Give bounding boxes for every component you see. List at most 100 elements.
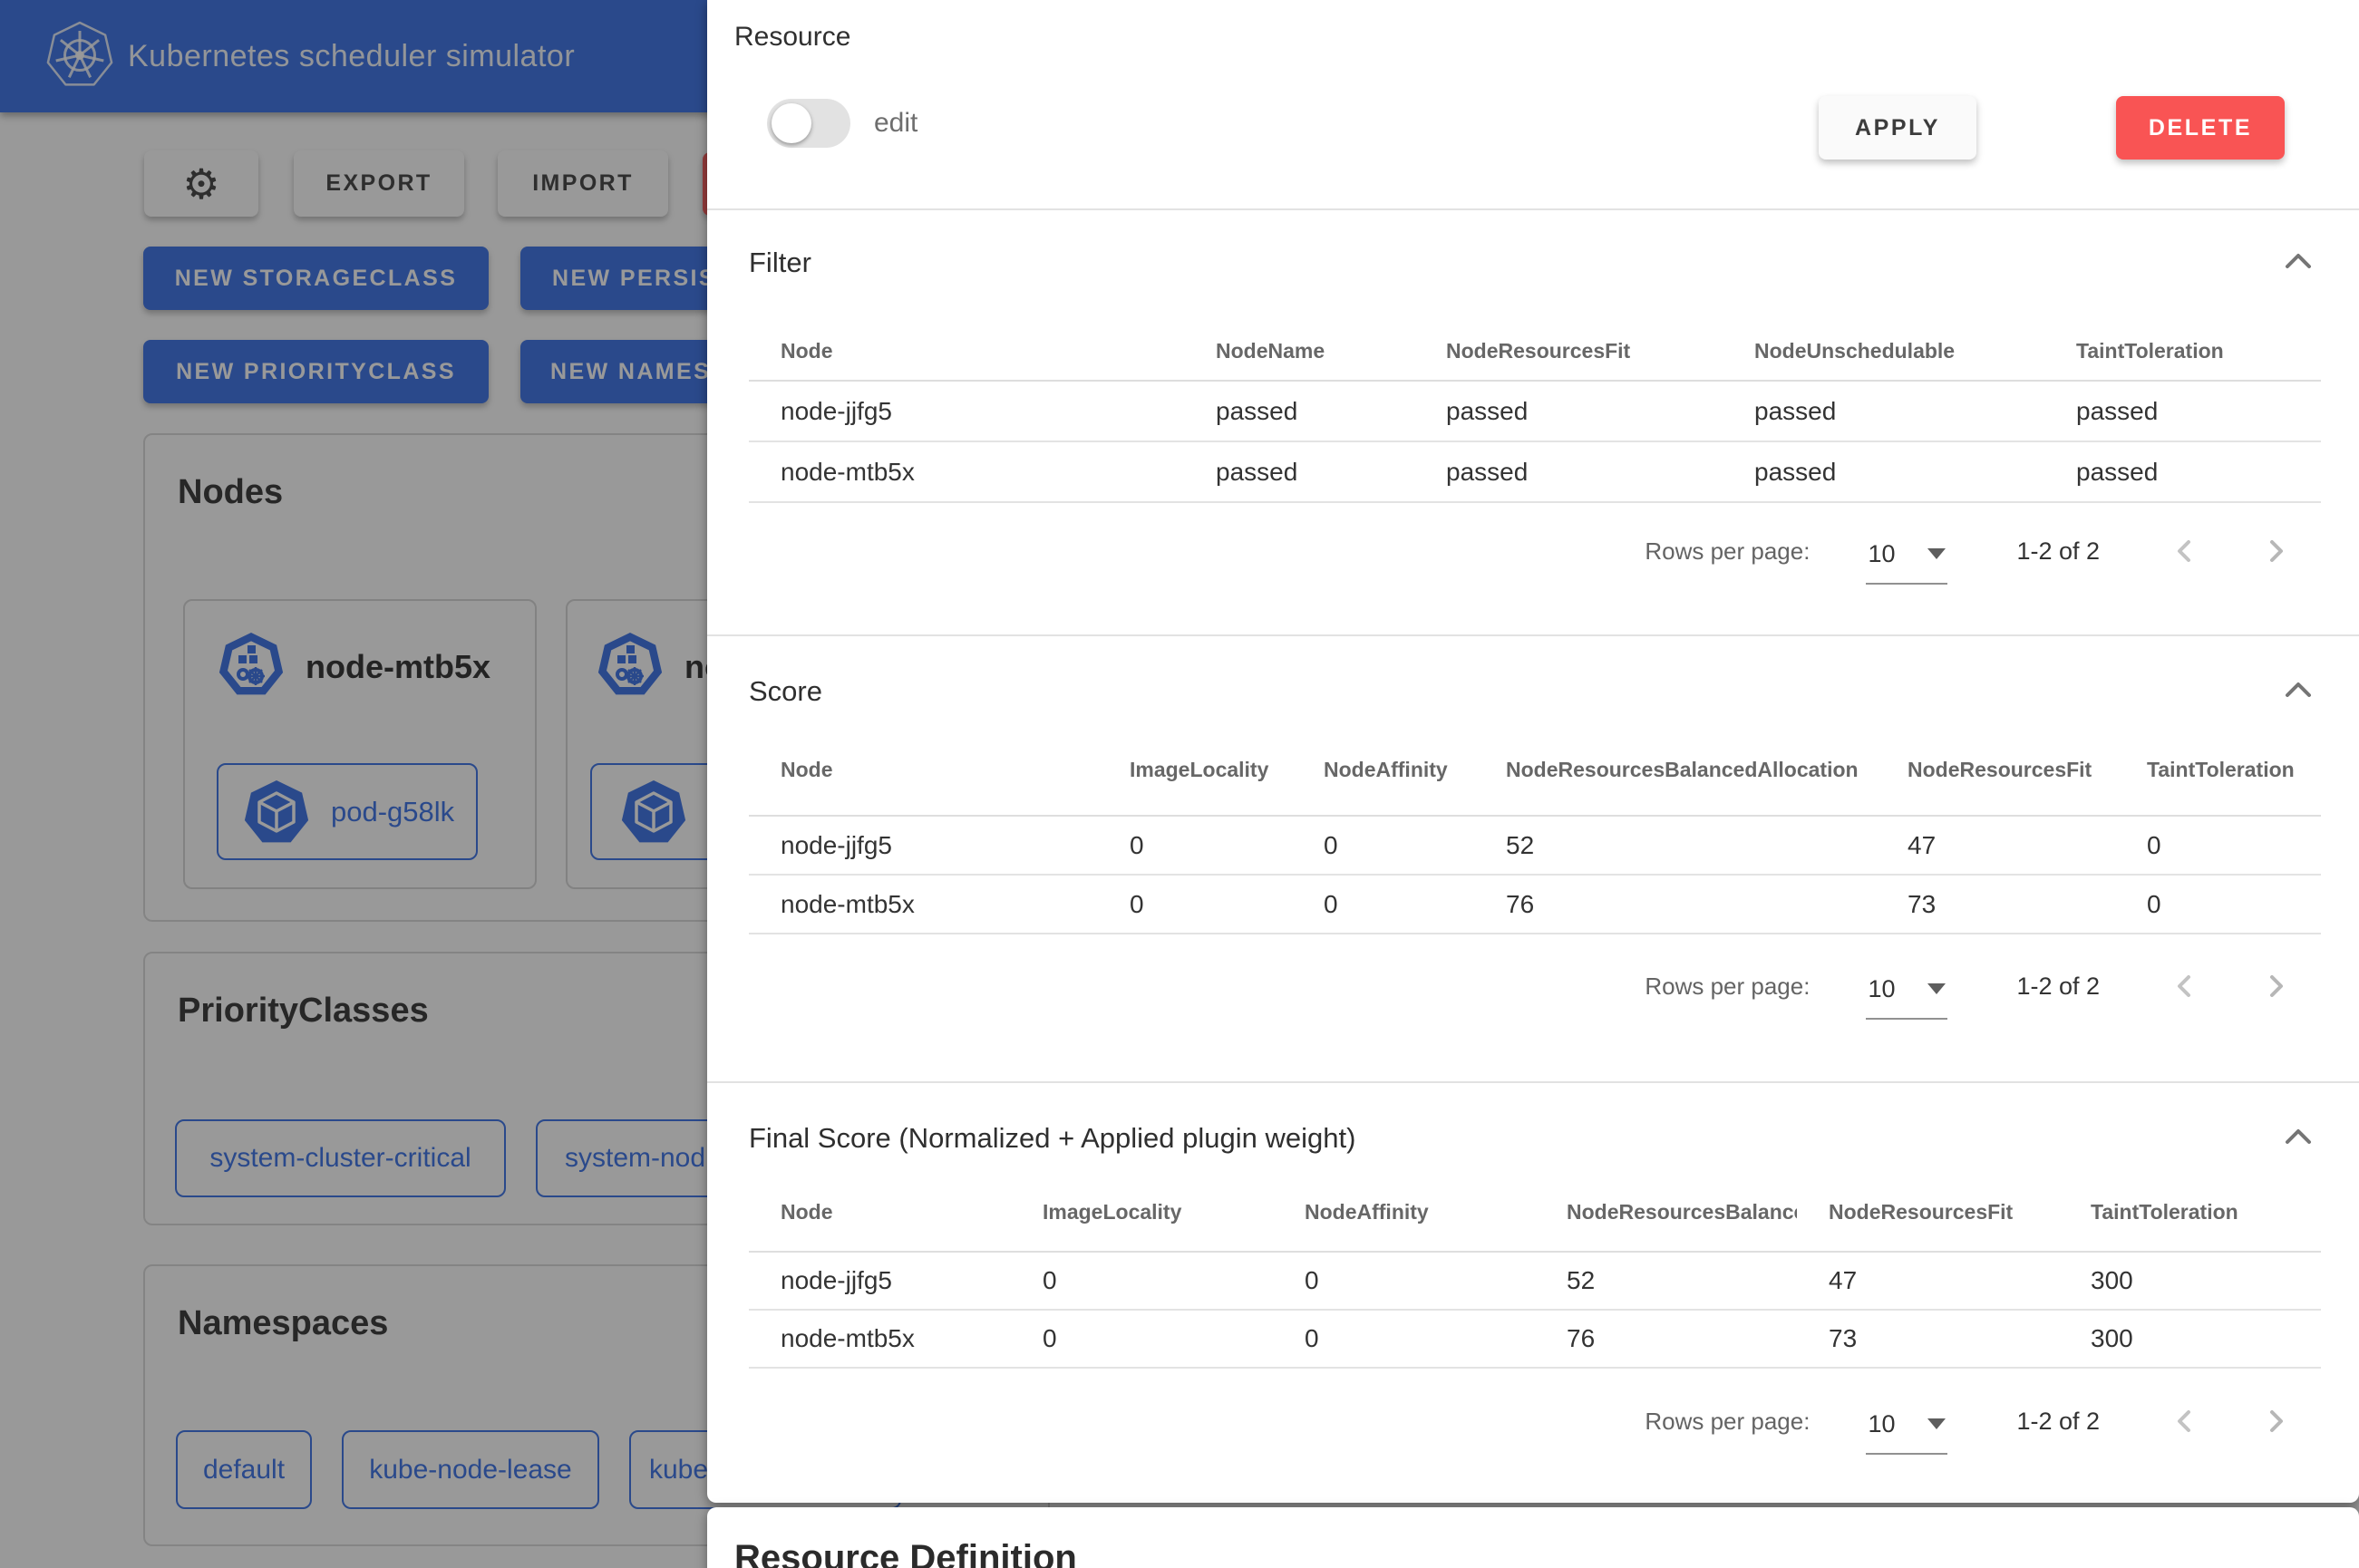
- filter-table: NodeNodeNameNodeResourcesFitNodeUnschedu…: [749, 322, 2321, 503]
- table-row[interactable]: node-jjfg50052470: [749, 816, 2321, 875]
- column-header: NodeResourcesFit: [1414, 322, 1723, 381]
- previous-page-button[interactable]: [2165, 531, 2205, 571]
- table-cell: 300: [2059, 1310, 2321, 1368]
- table-cell: 76: [1535, 1310, 1797, 1368]
- table-cell: 73: [1876, 875, 2115, 934]
- table-cell: 47: [1797, 1252, 2059, 1310]
- kube-scheduler-simulator-app: Kubernetes scheduler simulator ⚙ EXPORT …: [0, 0, 2359, 1568]
- column-header: NodeResourcesFit: [1797, 1174, 2059, 1252]
- rows-per-page-value: 10: [1868, 975, 1895, 1003]
- rows-per-page-label: Rows per page:: [1645, 537, 1810, 566]
- table-cell: 0: [1011, 1252, 1273, 1310]
- table-cell: node-mtb5x: [749, 875, 1098, 934]
- column-header: TaintToleration: [2115, 725, 2321, 816]
- final-score-pagination: Rows per page: 10 1-2 of 2: [1645, 1394, 2296, 1448]
- edit-toggle-label: edit: [874, 99, 917, 148]
- table-cell: passed: [1723, 441, 2044, 502]
- table-cell: passed: [1723, 381, 2044, 441]
- column-header: Node: [749, 1174, 1011, 1252]
- divider: [707, 634, 2359, 636]
- table-cell: passed: [1414, 381, 1723, 441]
- rows-per-page-value: 10: [1868, 1410, 1895, 1438]
- table-cell: 0: [1292, 875, 1474, 934]
- table-cell: 0: [1273, 1310, 1535, 1368]
- chevron-up-icon: [2283, 1128, 2314, 1146]
- table-cell: node-jjfg5: [749, 816, 1098, 875]
- apply-button[interactable]: APPLY: [1819, 96, 1976, 160]
- collapse-score-button[interactable]: [2280, 672, 2316, 708]
- page-range: 1-2 of 2: [2016, 537, 2100, 566]
- table-cell: passed: [1184, 441, 1414, 502]
- previous-page-button[interactable]: [2165, 1401, 2205, 1441]
- table-cell: 0: [1273, 1252, 1535, 1310]
- column-header: NodeName: [1184, 322, 1414, 381]
- table-cell: node-mtb5x: [749, 441, 1184, 502]
- divider: [707, 1081, 2359, 1083]
- table-cell: 73: [1797, 1310, 2059, 1368]
- previous-page-button[interactable]: [2165, 966, 2205, 1006]
- toggle-thumb: [772, 103, 811, 143]
- caret-down-icon: [1927, 1418, 1946, 1429]
- rows-per-page-select[interactable]: 10: [1866, 972, 1947, 1020]
- next-page-button[interactable]: [2256, 531, 2296, 571]
- table-cell: 0: [1098, 816, 1292, 875]
- table-row[interactable]: node-jjfg5005247300: [749, 1252, 2321, 1310]
- table-cell: 0: [1011, 1310, 1273, 1368]
- column-header: NodeResourcesBalancedAllocation: [1474, 725, 1876, 816]
- next-page-button[interactable]: [2256, 1401, 2296, 1441]
- column-header: NodeResourcesFit: [1876, 725, 2115, 816]
- table-row[interactable]: node-mtb5x007673300: [749, 1310, 2321, 1368]
- table-cell: 0: [2115, 875, 2321, 934]
- table-cell: 0: [1292, 816, 1474, 875]
- chevron-right-icon: [2264, 1409, 2287, 1433]
- score-pagination: Rows per page: 10 1-2 of 2: [1645, 959, 2296, 1013]
- caret-down-icon: [1927, 983, 1946, 994]
- column-header: NodeResourcesBalancedAllocation: [1535, 1174, 1797, 1252]
- table-header-row: NodeImageLocalityNodeAffinityNodeResourc…: [749, 725, 2321, 816]
- table-header-row: NodeImageLocalityNodeAffinityNodeResourc…: [749, 1174, 2321, 1252]
- column-header: Node: [749, 322, 1184, 381]
- rows-per-page-select[interactable]: 10: [1866, 1407, 1947, 1455]
- filter-pagination: Rows per page: 10 1-2 of 2: [1645, 524, 2296, 578]
- table-cell: node-jjfg5: [749, 381, 1184, 441]
- table-row[interactable]: node-mtb5x0076730: [749, 875, 2321, 934]
- column-header: TaintToleration: [2059, 1174, 2321, 1252]
- chevron-left-icon: [2173, 539, 2197, 563]
- table-cell: 0: [2115, 816, 2321, 875]
- divider: [707, 208, 2359, 210]
- column-header: TaintToleration: [2044, 322, 2321, 381]
- caret-down-icon: [1927, 548, 1946, 559]
- table-row[interactable]: node-mtb5xpassedpassedpassedpassed: [749, 441, 2321, 502]
- table-cell: 0: [1098, 875, 1292, 934]
- rows-per-page-label: Rows per page:: [1645, 1408, 1810, 1436]
- column-header: NodeUnschedulable: [1723, 322, 2044, 381]
- column-header: Node: [749, 725, 1098, 816]
- table-cell: passed: [1414, 441, 1723, 502]
- table-cell: passed: [1184, 381, 1414, 441]
- table-row[interactable]: node-jjfg5passedpassedpassedpassed: [749, 381, 2321, 441]
- table-header-row: NodeNodeNameNodeResourcesFitNodeUnschedu…: [749, 322, 2321, 381]
- delete-button[interactable]: DELETE: [2116, 96, 2285, 160]
- chevron-left-icon: [2173, 1409, 2197, 1433]
- chevron-up-icon: [2283, 681, 2314, 699]
- chevron-right-icon: [2264, 974, 2287, 998]
- collapse-final-score-button[interactable]: [2280, 1118, 2316, 1155]
- filter-section-title: Filter: [749, 247, 811, 279]
- edit-toggle[interactable]: [767, 99, 850, 148]
- column-header: ImageLocality: [1011, 1174, 1273, 1252]
- next-page-button[interactable]: [2256, 966, 2296, 1006]
- table-cell: 47: [1876, 816, 2115, 875]
- table-cell: passed: [2044, 441, 2321, 502]
- table-cell: node-mtb5x: [749, 1310, 1011, 1368]
- page-range: 1-2 of 2: [2016, 973, 2100, 1001]
- page-range: 1-2 of 2: [2016, 1408, 2100, 1436]
- table-cell: 76: [1474, 875, 1876, 934]
- score-table: NodeImageLocalityNodeAffinityNodeResourc…: [749, 725, 2321, 934]
- chevron-left-icon: [2173, 974, 2197, 998]
- chevron-right-icon: [2264, 539, 2287, 563]
- chevron-up-icon: [2283, 252, 2314, 270]
- rows-per-page-select[interactable]: 10: [1866, 537, 1947, 585]
- collapse-filter-button[interactable]: [2280, 243, 2316, 279]
- final-score-section-title: Final Score (Normalized + Applied plugin…: [749, 1122, 1355, 1155]
- rows-per-page-label: Rows per page:: [1645, 973, 1810, 1001]
